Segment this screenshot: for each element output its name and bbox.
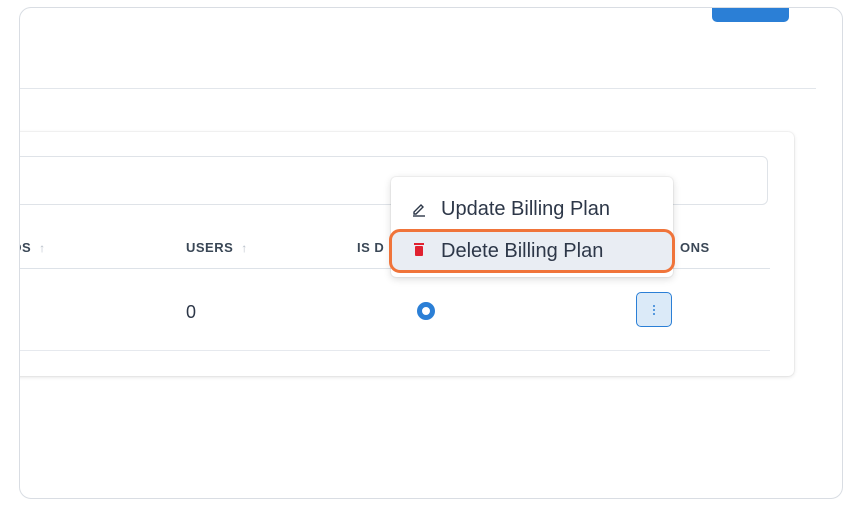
column-header-is-default[interactable]: IS D xyxy=(357,240,384,255)
more-vertical-icon xyxy=(653,304,655,315)
menu-item-label: Update Billing Plan xyxy=(441,197,610,220)
page-frame: IDS ↑ USERS ↑ IS D ONS 0 Update Billing Pl… xyxy=(19,7,843,499)
sort-arrow-icon[interactable]: ↑ xyxy=(39,241,46,255)
users-cell: 0 xyxy=(186,302,197,322)
row-actions-button[interactable] xyxy=(636,292,672,327)
column-label: ONS xyxy=(680,240,710,255)
row-actions-dropdown: Update Billing Plan Delete Billing Plan xyxy=(389,177,675,277)
column-header-ids[interactable]: IDS ↑ xyxy=(20,240,46,255)
column-label: USERS xyxy=(186,240,234,255)
table-row-divider xyxy=(20,350,770,351)
is-default-radio[interactable] xyxy=(417,302,435,320)
column-label: IDS xyxy=(20,240,32,255)
menu-item-delete-billing-plan[interactable]: Delete Billing Plan xyxy=(389,229,675,273)
header-divider xyxy=(20,88,816,89)
menu-item-update-billing-plan[interactable]: Update Billing Plan xyxy=(391,189,673,229)
column-label: IS D xyxy=(357,240,385,255)
pencil-icon xyxy=(409,201,429,217)
column-header-users[interactable]: USERS ↑ xyxy=(186,240,248,255)
menu-item-label: Delete Billing Plan xyxy=(441,239,604,262)
trash-icon xyxy=(409,243,429,256)
primary-action-button[interactable] xyxy=(712,8,789,22)
column-header-actions: ONS xyxy=(680,240,710,255)
sort-arrow-icon[interactable]: ↑ xyxy=(241,241,248,255)
